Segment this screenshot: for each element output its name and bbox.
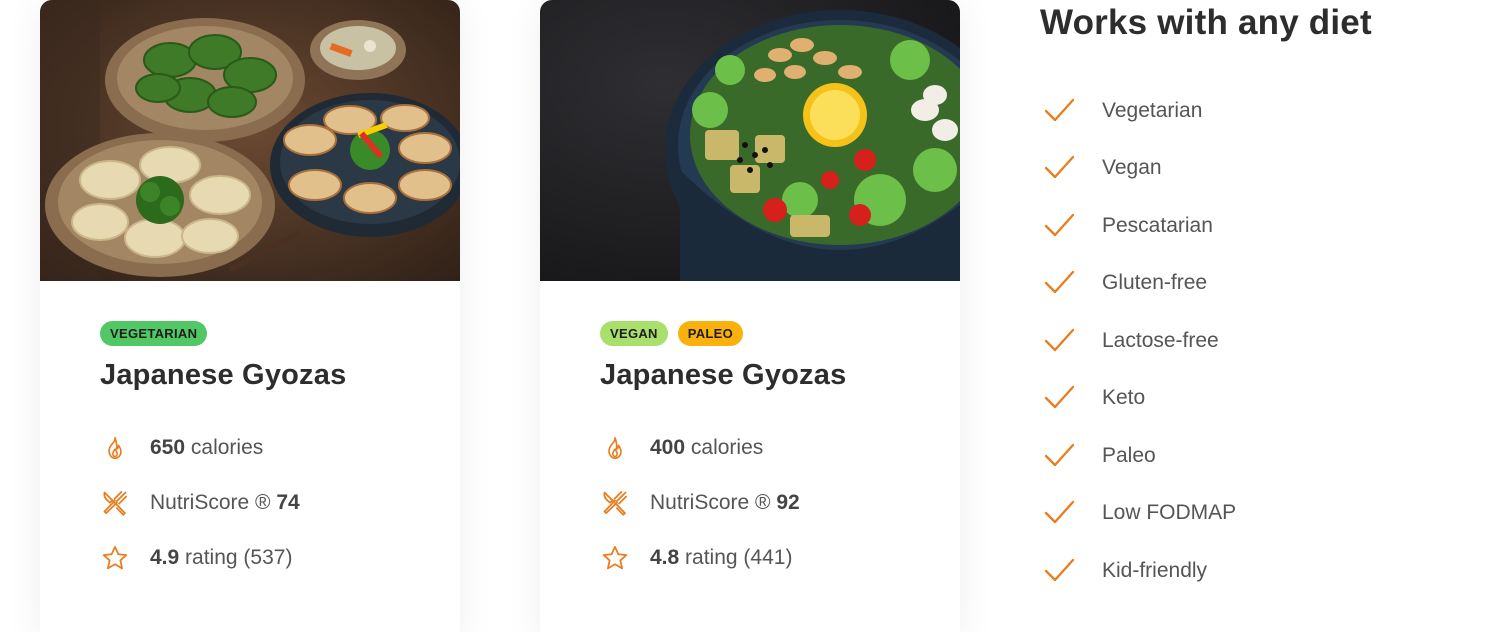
tag-paleo[interactable]: PALEO (677, 321, 744, 346)
nutriscore-value: 92 (776, 490, 800, 514)
diet-item-gluten-free: Gluten-free (1040, 255, 1372, 313)
check-icon (1044, 442, 1076, 470)
diet-item-keto: Keto (1040, 370, 1372, 428)
rating-value: 4.9 (150, 545, 180, 569)
salad-bowl-image (540, 0, 960, 281)
calories-value: 400 (650, 435, 686, 459)
check-icon (1044, 557, 1076, 585)
rating-label: rating (537) (185, 545, 293, 569)
diet-item-vegetarian: Vegetarian (1040, 82, 1372, 140)
diet-item-low-fodmap: Low FODMAP (1040, 485, 1372, 543)
tag-vegetarian[interactable]: VEGETARIAN (100, 321, 208, 346)
tag-vegan[interactable]: VEGAN (600, 321, 668, 346)
star-icon (600, 543, 630, 573)
nutriscore-label: NutriScore ® (150, 490, 271, 514)
nutriscore-stat: NutriScore ® 74 (100, 475, 400, 530)
gyoza-dumplings-image (40, 0, 460, 281)
flame-icon (100, 433, 130, 463)
calories-stat: 650 calories (100, 420, 400, 475)
diet-item-label: Low FODMAP (1102, 501, 1237, 525)
diet-item-label: Gluten-free (1102, 271, 1208, 295)
calories-label: calories (690, 435, 764, 459)
recipe-card-gyozas-vegetarian[interactable]: VEGETARIAN Japanese Gyozas 650 calories … (40, 0, 460, 632)
rating-stat: 4.8 rating (441) (600, 530, 900, 585)
check-icon (1044, 499, 1076, 527)
check-icon (1044, 97, 1076, 125)
nutriscore-stat: NutriScore ® 92 (600, 475, 900, 530)
nutriscore-label: NutriScore ® (650, 490, 771, 514)
check-icon (1044, 384, 1076, 412)
star-icon (100, 543, 130, 573)
recipe-title[interactable]: Japanese Gyozas (600, 359, 900, 392)
diet-list: Vegetarian Vegan Pescatarian Gluten-free… (1040, 82, 1372, 600)
diet-item-pescatarian: Pescatarian (1040, 197, 1372, 255)
diet-item-lactose-free: Lactose-free (1040, 312, 1372, 370)
diet-item-kid-friendly: Kid-friendly (1040, 542, 1372, 600)
cutlery-icon (100, 488, 130, 518)
recipe-card-gyozas-vegan-paleo[interactable]: VEGAN PALEO Japanese Gyozas 400 calories… (540, 0, 960, 632)
rating-stat: 4.9 rating (537) (100, 530, 400, 585)
diet-item-label: Vegan (1102, 156, 1162, 180)
check-icon (1044, 327, 1076, 355)
diet-tags: VEGAN PALEO (600, 321, 900, 347)
diet-item-label: Vegetarian (1102, 98, 1203, 122)
calories-value: 650 (150, 435, 186, 459)
diet-item-label: Lactose-free (1102, 328, 1219, 352)
cutlery-icon (600, 488, 630, 518)
calories-label: calories (190, 435, 264, 459)
diet-item-label: Kid-friendly (1102, 558, 1208, 582)
diet-item-label: Keto (1102, 386, 1146, 410)
diet-section: Works with any diet Vegetarian Vegan Pes… (1040, 0, 1372, 600)
recipe-title[interactable]: Japanese Gyozas (100, 359, 400, 392)
rating-value: 4.8 (650, 545, 680, 569)
diet-tags: VEGETARIAN (100, 321, 400, 347)
diet-item-vegan: Vegan (1040, 140, 1372, 198)
diet-section-title: Works with any diet (1040, 3, 1372, 42)
nutriscore-value: 74 (276, 490, 300, 514)
diet-item-label: Paleo (1102, 443, 1156, 467)
diet-item-label: Pescatarian (1102, 213, 1213, 237)
diet-item-paleo: Paleo (1040, 427, 1372, 485)
check-icon (1044, 269, 1076, 297)
calories-stat: 400 calories (600, 420, 900, 475)
flame-icon (600, 433, 630, 463)
check-icon (1044, 154, 1076, 182)
rating-label: rating (441) (685, 545, 793, 569)
check-icon (1044, 212, 1076, 240)
